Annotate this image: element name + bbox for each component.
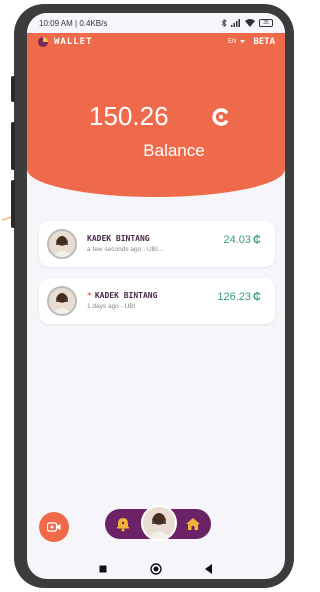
topbar-right: EN BETA <box>228 37 275 47</box>
amount-value: 24.03 <box>223 234 252 246</box>
transaction-amount: 126.23 ₵ <box>217 291 261 303</box>
back-icon[interactable] <box>205 564 213 574</box>
signal-icon <box>231 19 240 27</box>
bell-icon[interactable] <box>115 516 131 532</box>
bluetooth-icon <box>221 19 227 27</box>
transaction-amount: 24.03 ₵ <box>224 234 261 246</box>
balance-header: WALLET EN BETA 150.26 <box>27 33 285 197</box>
system-nav-bar <box>27 559 285 579</box>
app-logo-icon <box>38 37 48 47</box>
wifi-icon <box>245 19 255 27</box>
beta-label: BETA <box>253 37 275 47</box>
home-circle-icon[interactable] <box>150 563 162 575</box>
status-time: 10:09 AM | 0.4KB/s <box>39 18 108 28</box>
brand: WALLET <box>37 36 93 48</box>
battery-level: 35 <box>263 20 269 26</box>
transaction-item[interactable]: * KADEK BINTANG 1 days ago - UBI 126.23 ₵ <box>39 278 275 324</box>
volume-button <box>11 76 15 102</box>
camera-icon <box>47 522 61 532</box>
transaction-name-text: KADEK BINTANG <box>94 291 158 300</box>
amount-value: 126.23 <box>217 291 252 303</box>
avatar <box>47 286 77 316</box>
status-bar: 10:09 AM | 0.4KB/s 35 <box>27 13 285 33</box>
language-label: EN <box>227 39 237 45</box>
side-button <box>11 122 15 170</box>
battery-icon: 35 <box>259 19 273 27</box>
camera-button[interactable] <box>39 512 69 542</box>
currency-symbol: ₵ <box>253 291 261 303</box>
status-icons: 35 <box>221 19 273 27</box>
currency-c-icon <box>212 108 228 126</box>
recents-icon[interactable] <box>99 565 107 573</box>
balance-value: 150.26 <box>89 101 169 131</box>
profile-avatar[interactable] <box>141 505 177 541</box>
transaction-subtitle: a few seconds ago - UBI... <box>87 246 164 253</box>
currency-symbol: ₵ <box>253 234 261 246</box>
star-marker: * <box>87 291 92 300</box>
home-icon[interactable] <box>185 516 201 532</box>
side-button <box>11 180 15 228</box>
avatar <box>47 229 77 259</box>
transaction-item[interactable]: KADEK BINTANG a few seconds ago - UBI...… <box>39 221 275 267</box>
language-selector[interactable]: EN <box>227 39 246 45</box>
app-title: WALLET <box>54 37 93 47</box>
caret-down-icon <box>240 40 246 43</box>
transaction-name: * KADEK BINTANG <box>87 291 157 300</box>
balance-label: Balance <box>143 141 205 160</box>
transaction-name: KADEK BINTANG <box>87 234 150 243</box>
app-topbar: WALLET EN BETA <box>27 33 285 51</box>
transaction-subtitle: 1 days ago - UBI <box>87 303 136 310</box>
screen: 10:09 AM | 0.4KB/s 35 WALLET EN BETA 150… <box>27 13 285 579</box>
bottom-nav <box>105 505 211 541</box>
